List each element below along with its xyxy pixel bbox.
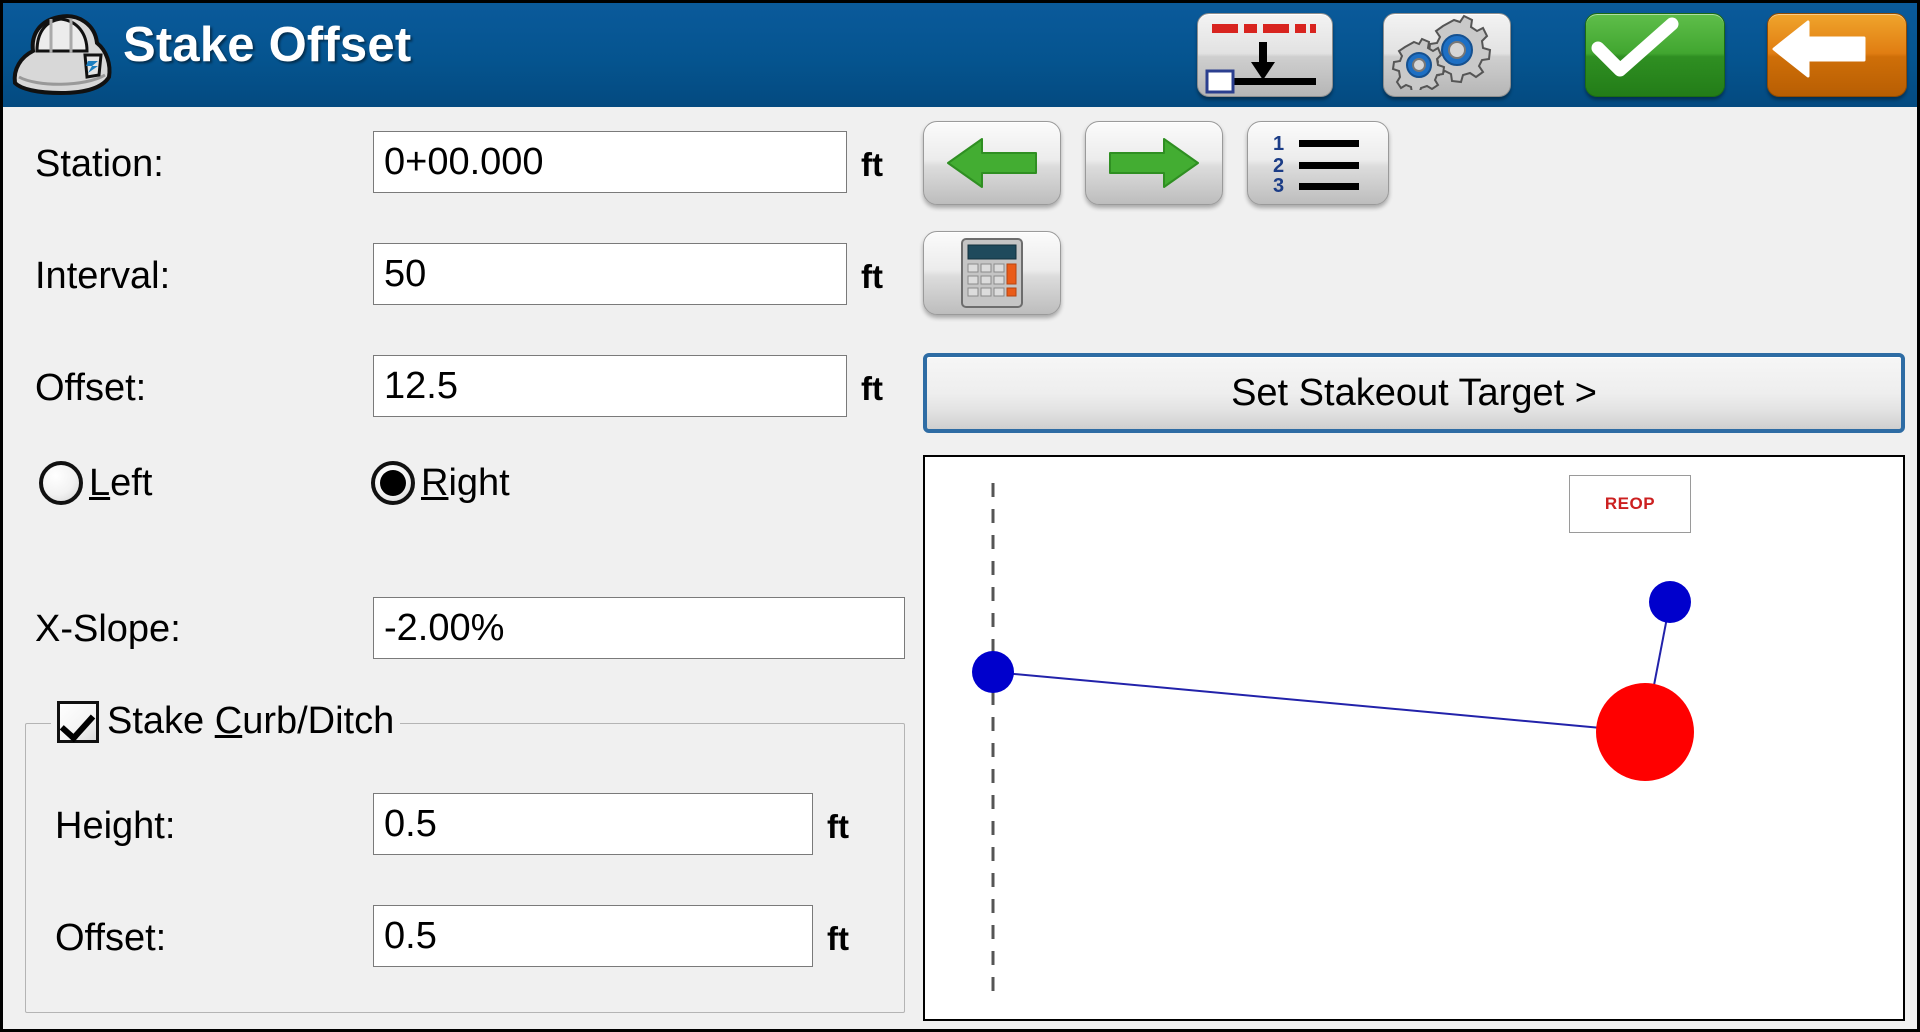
confirm-check-icon [1591, 17, 1679, 77]
station-list-button[interactable]: 1 2 3 [1247, 121, 1389, 205]
reop-label: REOP [1604, 494, 1656, 513]
curb-offset-input[interactable]: 0.5 [373, 905, 813, 967]
svg-text:1: 1 [1273, 133, 1284, 155]
curb-height-label: Height: [55, 805, 176, 847]
station-input[interactable]: 0+00.000 [373, 131, 847, 193]
title-bar: Stake Offset [3, 3, 1917, 107]
stakeout-line-button[interactable] [1197, 13, 1333, 97]
grade-line-left [992, 671, 1646, 733]
diagram-svg [972, 483, 1694, 993]
curb-label-post: urb/Ditch [242, 700, 395, 742]
stake-offset-window: Stake Offset Station: 0+00.000 ft Interv… [0, 0, 1920, 1032]
centerline-node [972, 651, 1014, 693]
offset-input[interactable]: 12.5 [373, 355, 847, 417]
curb-label-pre: Stake [107, 700, 215, 742]
radio-right-rest: ight [448, 461, 510, 504]
set-stakeout-target-button[interactable]: Set Stakeout Target > [923, 353, 1905, 433]
curb-offset-unit: ft [827, 920, 849, 957]
radio-left[interactable]: Left [39, 461, 152, 505]
radio-right[interactable]: Right [371, 461, 510, 505]
numbered-list-icon: 1 2 3 [1273, 133, 1359, 196]
svg-text:3: 3 [1273, 175, 1284, 196]
curb-label-mnemonic: C [214, 700, 243, 742]
xslope-input[interactable]: -2.00% [373, 597, 905, 659]
radio-left-rest: eft [110, 461, 153, 504]
back-arrow-icon [1772, 20, 1866, 78]
target-node [1596, 683, 1694, 781]
page-title: Stake Offset [123, 18, 412, 72]
prev-station-button[interactable] [923, 121, 1061, 205]
svg-text:2: 2 [1273, 155, 1284, 177]
radio-left-indicator[interactable] [39, 461, 83, 505]
stakeout-line-icon [1205, 24, 1316, 94]
cross-section-diagram[interactable]: REOP [923, 455, 1905, 1021]
stake-curb-ditch-check-indicator[interactable] [57, 700, 99, 743]
prev-station-arrow-icon [947, 138, 1037, 188]
interval-input[interactable]: 50 [373, 243, 847, 305]
next-station-button[interactable] [1085, 121, 1223, 205]
curb-ditch-group [25, 723, 905, 1013]
back-button[interactable] [1767, 13, 1907, 97]
radio-left-mnemonic: L [89, 461, 111, 504]
hard-hat-icon [7, 7, 115, 103]
calculator-button[interactable] [923, 231, 1061, 315]
interval-label: Interval: [35, 255, 171, 297]
settings-gears-icon [1391, 14, 1492, 96]
radio-left-label: Left [89, 462, 152, 505]
radio-right-indicator[interactable] [371, 461, 415, 505]
stake-curb-ditch-label: Stake Curb/Ditch [107, 700, 394, 743]
calculator-icon [961, 238, 1023, 308]
next-station-arrow-icon [1109, 138, 1199, 188]
reop-label-box: REOP [1569, 475, 1691, 533]
station-label: Station: [35, 143, 164, 185]
offset-unit: ft [861, 370, 883, 407]
confirm-button[interactable] [1585, 13, 1725, 97]
settings-button[interactable] [1383, 13, 1511, 97]
station-unit: ft [861, 146, 883, 183]
curb-height-input[interactable]: 0.5 [373, 793, 813, 855]
offset-node [1649, 581, 1691, 623]
radio-right-label: Right [421, 462, 510, 505]
interval-unit: ft [861, 258, 883, 295]
stake-curb-ditch-checkbox[interactable]: Stake Curb/Ditch [51, 700, 401, 743]
offset-label: Offset: [35, 367, 147, 409]
curb-height-unit: ft [827, 808, 849, 845]
radio-right-mnemonic: R [421, 461, 449, 504]
xslope-label: X-Slope: [35, 608, 181, 650]
curb-offset-label: Offset: [55, 917, 167, 959]
